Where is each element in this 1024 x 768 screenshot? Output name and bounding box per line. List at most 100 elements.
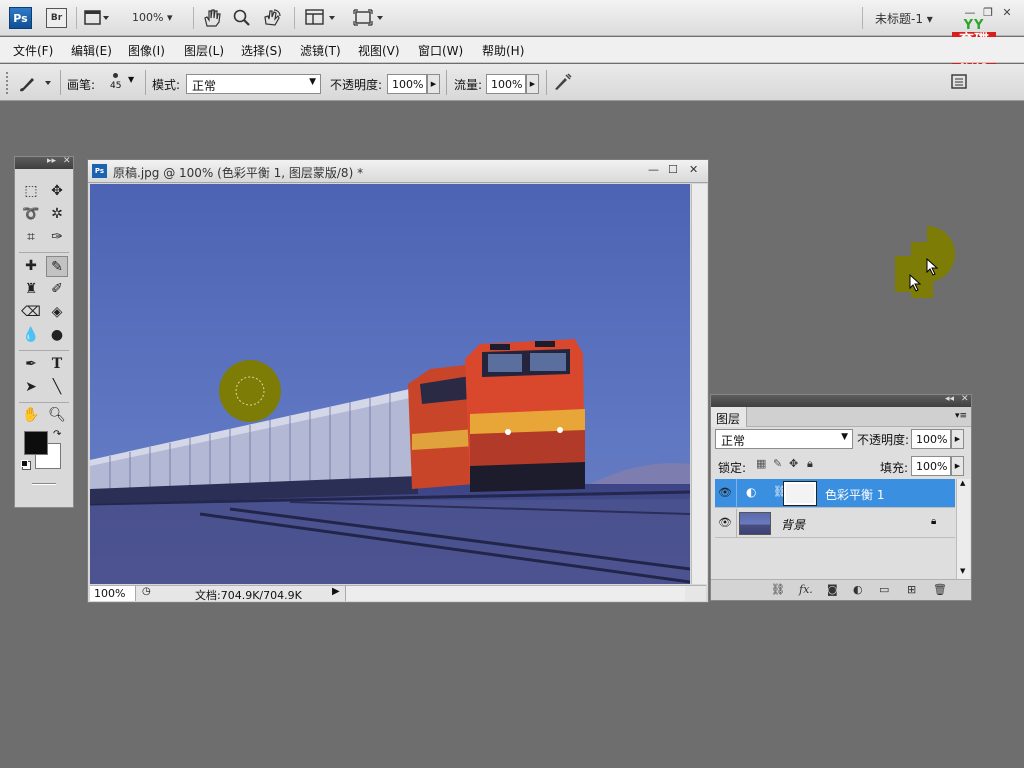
layer-row-color-balance[interactable]: 👁︎ ◐ ⛓︎ 色彩平衡 1	[715, 479, 955, 508]
clone-stamp-icon[interactable]: ♜	[20, 279, 42, 300]
magic-wand-icon[interactable]: ✲	[46, 204, 68, 225]
history-brush-icon[interactable]: ✐	[46, 279, 68, 300]
lasso-tool-icon[interactable]: ➰	[20, 204, 42, 225]
brush-picker[interactable]: 45 ▼	[106, 69, 134, 97]
lock-position-icon[interactable]: ✥	[789, 457, 798, 470]
menu-file[interactable]: 文件(F)	[13, 42, 53, 59]
opacity-field[interactable]: 100%	[387, 74, 427, 94]
layer-style-fx-icon[interactable]: fx.	[799, 583, 813, 596]
layer-row-background[interactable]: 👁︎ 背景 🔒︎	[715, 509, 955, 538]
layer-opacity-field[interactable]: 100%	[911, 429, 951, 449]
flow-slider-toggle[interactable]: ▶	[526, 74, 539, 94]
eyedropper-icon[interactable]: ✑	[46, 227, 68, 248]
delete-layer-icon[interactable]: 🗑︎	[933, 583, 947, 596]
close-icon[interactable]: ✕	[689, 163, 698, 176]
visibility-eye-icon[interactable]: 👁︎	[718, 516, 732, 529]
screen-mode-icon[interactable]	[353, 9, 387, 27]
menu-layer[interactable]: 图层(L)	[184, 42, 224, 59]
paint-bucket-icon[interactable]: ◈	[46, 302, 68, 323]
horizontal-scrollbar[interactable]	[345, 586, 685, 601]
close-icon[interactable]: ✕	[1000, 6, 1014, 20]
photoshop-logo[interactable]: Ps	[9, 7, 32, 29]
status-info-icon[interactable]: ◷	[142, 586, 151, 597]
view-extras-icon[interactable]	[84, 9, 110, 27]
layer-name[interactable]: 背景	[781, 516, 805, 533]
image-canvas[interactable]	[90, 184, 690, 584]
default-colors-icon[interactable]	[21, 460, 28, 467]
lock-transparency-icon[interactable]: ▦	[756, 457, 766, 470]
panel-menu-icon[interactable]: ▾≡	[955, 411, 967, 421]
brush-cursor-trail	[895, 226, 957, 304]
scroll-down-icon[interactable]: ▼	[960, 567, 965, 575]
menu-window[interactable]: 窗口(W)	[418, 42, 463, 59]
layer-mask-thumbnail[interactable]	[783, 481, 817, 506]
hand-tool-icon[interactable]	[203, 8, 221, 28]
zoom-level-select[interactable]: 100% ▾	[132, 11, 172, 24]
airbrush-icon[interactable]	[552, 72, 572, 92]
zoom-tool-icon[interactable]: 🔍︎	[46, 405, 68, 426]
fill-slider-toggle[interactable]: ▶	[951, 456, 964, 476]
collapse-icon[interactable]: ◂◂	[945, 394, 954, 404]
menu-filter[interactable]: 滤镜(T)	[300, 42, 341, 59]
tool-preset-brush-icon[interactable]	[18, 73, 56, 93]
marquee-tool-icon[interactable]: ⬚	[20, 181, 42, 202]
bridge-button[interactable]: Br	[46, 8, 67, 28]
options-grip[interactable]	[6, 72, 9, 94]
vertical-scrollbar[interactable]	[691, 184, 707, 584]
maximize-icon[interactable]: ☐	[668, 163, 678, 176]
workspace-doc-title[interactable]: 未标题-1 ▾	[875, 10, 933, 27]
foreground-color-swatch[interactable]	[24, 431, 48, 455]
new-adjustment-layer-icon[interactable]: ◐	[853, 583, 863, 596]
arrange-documents-icon[interactable]	[305, 9, 339, 27]
menu-help[interactable]: 帮助(H)	[482, 42, 524, 59]
tab-layers[interactable]: 图层	[711, 407, 747, 427]
eraser-tool-icon[interactable]: ⌫	[20, 302, 42, 323]
add-mask-icon[interactable]: ◙	[827, 583, 838, 596]
status-menu-arrow-icon[interactable]: ▶	[332, 586, 340, 597]
link-layers-icon[interactable]: ⛓︎	[771, 583, 785, 596]
zoom-tool-icon[interactable]	[233, 8, 251, 28]
scroll-up-icon[interactable]: ▲	[960, 479, 965, 487]
brush-tool-icon[interactable]: ✎	[46, 256, 68, 277]
layer-thumbnail[interactable]	[739, 512, 771, 535]
zoom-field[interactable]: 100%	[90, 586, 136, 601]
quick-mask-icon[interactable]	[32, 483, 56, 485]
healing-brush-icon[interactable]: ✚	[20, 256, 42, 277]
lock-pixels-icon[interactable]: ✎	[773, 457, 782, 470]
menu-view[interactable]: 视图(V)	[358, 42, 400, 59]
collapse-icon[interactable]: ▸▸	[47, 156, 56, 166]
type-tool-icon[interactable]: T	[46, 354, 68, 375]
layer-name[interactable]: 色彩平衡 1	[825, 486, 884, 503]
fill-field[interactable]: 100%	[911, 456, 951, 476]
line-tool-icon[interactable]: ╲	[46, 377, 68, 398]
layer-opacity-slider-toggle[interactable]: ▶	[951, 429, 964, 449]
lock-all-icon[interactable]: 🔒︎	[807, 457, 813, 471]
move-tool-icon[interactable]: ✥	[46, 181, 68, 202]
pen-tool-icon[interactable]: ✒	[20, 354, 42, 375]
close-icon[interactable]: ✕	[63, 156, 71, 166]
layers-scrollbar[interactable]: ▲ ▼	[956, 479, 970, 579]
tools-panel-header[interactable]: ▸▸ ✕	[15, 156, 73, 169]
blur-tool-icon[interactable]: 💧	[20, 325, 42, 346]
layers-panel-header[interactable]: ◂◂ ✕	[711, 394, 971, 407]
hand-tool-icon[interactable]: ✋	[20, 405, 42, 426]
menu-edit[interactable]: 编辑(E)	[71, 42, 112, 59]
mode-select[interactable]: 正常 ▼	[186, 74, 321, 94]
dodge-tool-icon[interactable]: ●	[46, 325, 68, 346]
menu-image[interactable]: 图像(I)	[128, 42, 165, 59]
panel-toggle-icon[interactable]	[950, 73, 970, 91]
visibility-eye-icon[interactable]: 👁︎	[718, 486, 732, 499]
new-group-icon[interactable]: ▭	[879, 583, 889, 596]
minimize-icon[interactable]: —	[648, 163, 659, 176]
blend-mode-select[interactable]: 正常 ▼	[715, 429, 853, 449]
path-selection-icon[interactable]: ➤	[20, 377, 42, 398]
document-tab[interactable]: Ps 原稿.jpg @ 100% (色彩平衡 1, 图层蒙版/8) * — ☐ …	[88, 160, 708, 183]
flow-field[interactable]: 100%	[486, 74, 526, 94]
swap-colors-icon[interactable]: ↷	[53, 429, 61, 440]
crop-tool-icon[interactable]: ⌗	[20, 227, 42, 248]
rotate-view-icon[interactable]	[262, 8, 282, 28]
menu-select[interactable]: 选择(S)	[241, 42, 282, 59]
close-icon[interactable]: ✕	[961, 394, 969, 404]
opacity-slider-toggle[interactable]: ▶	[427, 74, 440, 94]
new-layer-icon[interactable]: ⊞	[907, 583, 916, 596]
